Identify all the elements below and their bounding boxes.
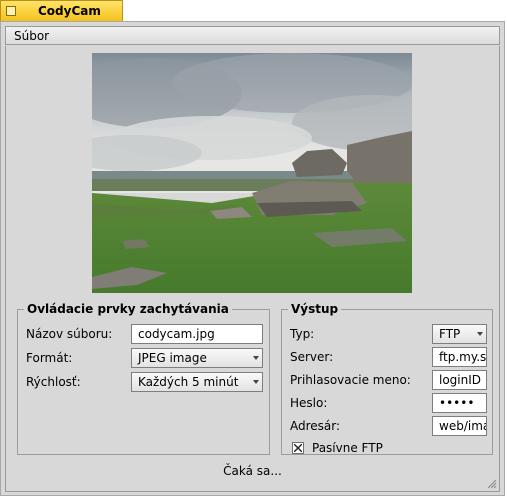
login-label: Prihlasovacie meno: — [290, 373, 411, 387]
zoom-icon[interactable] — [6, 6, 16, 16]
chevron-down-icon — [253, 356, 259, 360]
checkmark-icon — [294, 444, 302, 452]
type-select[interactable]: FTP — [432, 324, 487, 344]
output-legend: Výstup — [291, 302, 339, 316]
chevron-down-icon — [477, 332, 483, 336]
camera-preview — [92, 53, 412, 293]
type-row: Typ: FTP — [282, 324, 492, 344]
format-row: Formát: JPEG image — [18, 348, 269, 368]
type-select-value: FTP — [439, 327, 461, 341]
capture-controls-legend: Ovládacie prvky zachytávania — [27, 302, 229, 316]
menu-bar: Súbor — [5, 26, 500, 45]
directory-input[interactable]: web/ima — [432, 416, 487, 436]
status-text: Čaká sa... — [223, 464, 282, 478]
password-input[interactable]: ••••• — [432, 393, 487, 413]
directory-row: Adresár: web/ima — [282, 416, 492, 436]
password-row: Heslo: ••••• — [282, 393, 492, 413]
type-label: Typ: — [290, 327, 315, 341]
format-label: Formát: — [26, 351, 73, 365]
app-window: Súbor Ovládacie prvky zachytávania Názov… — [0, 21, 505, 496]
server-row: Server: ftp.my.s — [282, 347, 492, 367]
format-select[interactable]: JPEG image — [131, 348, 263, 368]
output-group: Výstup Typ: FTP Server: ftp.my.s Prihlas… — [281, 302, 493, 455]
passive-ftp-label: Pasívne FTP — [312, 441, 383, 455]
landscape-image — [92, 53, 412, 293]
speed-row: Rýchlosť: Každých 5 minút — [18, 372, 269, 392]
login-row: Prihlasovacie meno: loginID — [282, 370, 492, 390]
directory-label: Adresár: — [290, 419, 341, 433]
capture-controls-group: Ovládacie prvky zachytávania Názov súbor… — [17, 302, 270, 455]
passive-ftp-checkbox[interactable] — [292, 442, 304, 454]
filename-row: Názov súboru: codycam.jpg — [18, 324, 269, 344]
window-title: CodyCam — [38, 4, 101, 18]
passive-ftp-row[interactable]: Pasívne FTP — [282, 438, 492, 458]
filename-input[interactable]: codycam.jpg — [131, 324, 263, 344]
main-content: Ovládacie prvky zachytávania Názov súbor… — [5, 46, 500, 492]
server-input[interactable]: ftp.my.s — [432, 347, 487, 367]
format-select-value: JPEG image — [138, 351, 207, 365]
chevron-down-icon — [253, 380, 259, 384]
speed-label: Rýchlosť: — [26, 375, 81, 389]
speed-select[interactable]: Každých 5 minút — [131, 372, 263, 392]
filename-label: Názov súboru: — [26, 327, 113, 341]
menu-file[interactable]: Súbor — [14, 29, 49, 43]
login-input[interactable]: loginID — [432, 370, 487, 390]
password-label: Heslo: — [290, 396, 328, 410]
speed-select-value: Každých 5 minút — [138, 375, 239, 389]
window-tab[interactable]: CodyCam — [0, 0, 123, 21]
resize-grip-icon[interactable] — [487, 479, 497, 489]
server-label: Server: — [290, 350, 334, 364]
